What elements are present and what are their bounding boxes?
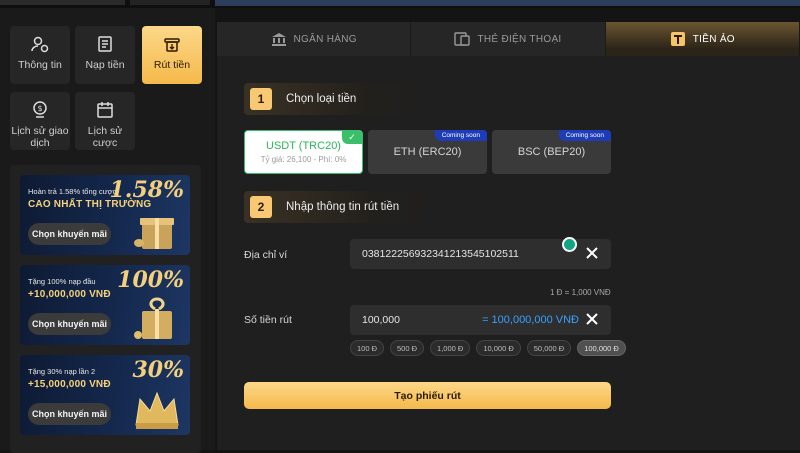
promo-card-rebate: Hoàn trả 1.58% tổng cược CAO NHẤT THỊ TR…: [20, 175, 190, 255]
coming-soon-badge: Coming soon: [558, 130, 611, 141]
step-number: 1: [250, 88, 272, 110]
deposit-icon: [98, 36, 112, 52]
coming-soon-badge: Coming soon: [434, 130, 487, 141]
sidebar-item-account-info[interactable]: Thông tin: [10, 26, 70, 84]
promo-subtitle: Hoàn trả 1.58% tổng cược: [28, 187, 117, 196]
coin-name: ETH (ERC20): [393, 146, 462, 158]
clear-icon[interactable]: [585, 246, 599, 260]
sidebar-item-label: Lịch sử giao dịch: [11, 125, 69, 149]
phone-card-icon: [454, 32, 471, 46]
sidebar-item-label: Nạp tiền: [85, 59, 125, 71]
sidebar-item-transaction-history[interactable]: $ Lịch sử giao dịch: [10, 92, 70, 150]
tab-phone-card[interactable]: THẺ ĐIỆN THOẠI: [411, 22, 606, 56]
promo-headline: +15,000,000 VNĐ: [28, 379, 111, 390]
sidebar-item-deposit[interactable]: Nạp tiền: [75, 26, 135, 84]
promo-panel: Hoàn trả 1.58% tổng cược CAO NHẤT THỊ TR…: [10, 165, 201, 453]
withdraw-panel: NGÂN HÀNG THẺ ĐIỆN THOẠI TIỀN ẢO 1 Chọn …: [217, 22, 800, 450]
converted-amount: = 100,000,000 VNĐ: [482, 314, 579, 326]
step-title: Nhập thông tin rút tiền: [286, 201, 400, 213]
create-withdraw-button[interactable]: Tạo phiếu rút: [244, 382, 611, 409]
withdraw-amount-value: 100,000: [362, 314, 400, 326]
transaction-history-icon: $: [33, 101, 47, 118]
top-strip-segment: [215, 0, 800, 6]
bet-history-icon: [97, 102, 113, 118]
step-enter-withdraw-info: 2 Nhập thông tin rút tiền: [244, 191, 430, 223]
choose-promo-button[interactable]: Chọn khuyến mãi: [28, 403, 111, 425]
promo-card-first-deposit: Tặng 100% nạp đầu +10,000,000 VNĐ 100% C…: [20, 265, 190, 345]
promo-subtitle: Tặng 30% nạp lần 2: [28, 367, 96, 376]
grammarly-icon[interactable]: [562, 237, 577, 252]
promo-headline: +10,000,000 VNĐ: [28, 289, 111, 300]
quick-amount-chips: 100 Đ 500 Đ 1,000 Đ 10,000 Đ 50,000 Đ 10…: [350, 340, 632, 356]
amount-chip[interactable]: 100 Đ: [350, 340, 385, 356]
tab-label: NGÂN HÀNG: [293, 33, 357, 45]
promo-subtitle: Tặng 100% nạp đầu: [28, 277, 96, 286]
withdraw-icon: [164, 38, 180, 52]
user-gear-icon: [31, 36, 49, 53]
sidebar-item-withdraw[interactable]: Rút tiền: [142, 26, 202, 84]
choose-promo-button[interactable]: Chọn khuyến mãi: [28, 313, 111, 335]
wallet-address-label: Địa chỉ ví: [244, 249, 288, 261]
amount-chip[interactable]: 500 Đ: [390, 340, 425, 356]
promo-percent: 30%: [132, 357, 184, 383]
tab-bank[interactable]: NGÂN HÀNG: [217, 22, 412, 56]
choose-promo-button[interactable]: Chọn khuyến mãi: [28, 223, 111, 245]
step-choose-currency: 1 Chọn loại tiền: [244, 83, 420, 115]
coin-option-usdt-trc20[interactable]: ✓ USDT (TRC20) Tỷ giá: 26,100 - Phí: 0%: [244, 130, 363, 174]
crypto-icon: [670, 32, 685, 46]
withdraw-amount-input[interactable]: 100,000 = 100,000,000 VNĐ: [350, 305, 611, 335]
gift-box-icon: [134, 218, 174, 249]
sidebar: Thông tin Nạp tiền Rút tiền $ Lịch sử gi…: [0, 8, 215, 453]
step-title: Chọn loại tiền: [286, 93, 357, 105]
withdraw-amount-label: Số tiền rút: [244, 314, 292, 326]
exchange-rate-info: 1 Đ = 1,000 VNĐ: [550, 288, 611, 297]
top-strip-segment: [0, 0, 125, 5]
amount-chip[interactable]: 10,000 Đ: [476, 340, 521, 356]
promo-percent: 100%: [117, 267, 184, 293]
tab-crypto[interactable]: TIỀN ẢO: [605, 22, 800, 56]
withdraw-method-tabs: NGÂN HÀNG THẺ ĐIỆN THOẠI TIỀN ẢO: [217, 22, 800, 56]
amount-chip[interactable]: 1,000 Đ: [430, 340, 471, 356]
amount-chip-selected[interactable]: 100,000 Đ: [577, 340, 626, 356]
crown-icon: [135, 391, 179, 429]
coin-rate: Tỷ giá: 26,100 - Phí: 0%: [260, 155, 347, 164]
promo-card-second-deposit: Tặng 30% nạp lần 2 +15,000,000 VNĐ 30% C…: [20, 355, 190, 435]
top-strip-segment: [130, 0, 210, 5]
sidebar-item-label: Thông tin: [18, 59, 62, 71]
check-icon: ✓: [342, 131, 362, 144]
promo-percent: 1.58%: [109, 177, 185, 203]
sidebar-item-bet-history[interactable]: Lịch sử cược: [75, 92, 135, 150]
svg-text:$: $: [37, 104, 42, 113]
coin-name: USDT (TRC20): [266, 140, 341, 152]
top-strip: [0, 0, 800, 8]
clear-icon[interactable]: [585, 312, 599, 326]
gift-box-icon: [134, 297, 172, 339]
sidebar-item-label: Rút tiền: [153, 59, 191, 71]
coin-name: BSC (BEP20): [517, 146, 586, 158]
coin-option-bsc-bep20[interactable]: Coming soon BSC (BEP20): [492, 130, 611, 174]
tab-label: THẺ ĐIỆN THOẠI: [477, 33, 562, 45]
tab-label: TIỀN ẢO: [692, 33, 735, 45]
coin-option-eth-erc20[interactable]: Coming soon ETH (ERC20): [368, 130, 487, 174]
bank-icon: [271, 33, 286, 46]
wallet-address-value: 038122256932341213545102511: [362, 248, 519, 260]
amount-chip[interactable]: 50,000 Đ: [526, 340, 572, 356]
step-number: 2: [250, 196, 272, 218]
sidebar-item-label: Lịch sử cược: [87, 125, 123, 149]
